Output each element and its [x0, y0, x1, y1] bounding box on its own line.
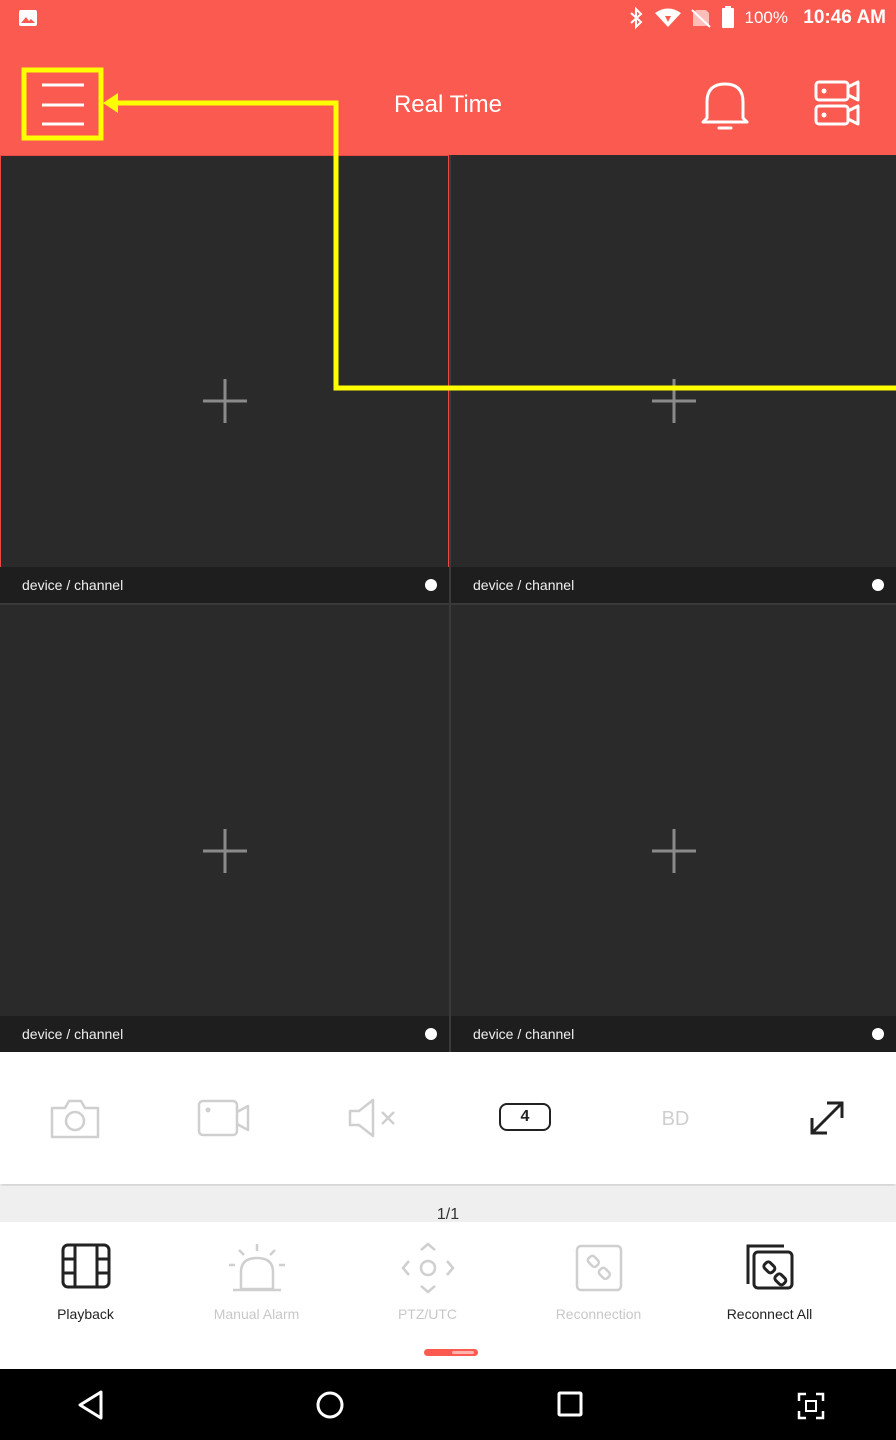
quality-button[interactable]: BD [601, 1052, 750, 1184]
bottom-actions: Playback Manual Alarm PTZ/UTC Reconnecti… [0, 1222, 896, 1368]
tile-footer: device / channel [451, 567, 896, 603]
split-count: 4 [499, 1103, 551, 1131]
record-button[interactable] [149, 1052, 298, 1184]
video-tile-4[interactable]: device / channel [451, 605, 896, 1052]
quality-label: BD [661, 1108, 690, 1130]
bell-icon [701, 82, 749, 130]
status-dot [872, 1028, 884, 1040]
battery-icon [722, 6, 734, 28]
app-bar: Real Time [0, 38, 896, 155]
screenshot-icon[interactable] [796, 1391, 826, 1421]
tile-label: device / channel [473, 577, 575, 593]
recents-icon[interactable] [556, 1390, 584, 1418]
link-all-icon [746, 1244, 793, 1290]
action-label: Playback [57, 1306, 114, 1322]
speaker-muted-icon [348, 1098, 395, 1138]
camera-devices-icon [814, 80, 860, 126]
add-channel-icon[interactable] [201, 377, 249, 425]
battery-percentage: 100% [744, 8, 788, 27]
video-tile-3[interactable]: device / channel [0, 605, 449, 1052]
camera-icon [50, 1099, 99, 1139]
tile-footer: device / channel [0, 1016, 449, 1052]
status-dot [425, 579, 437, 591]
ptz-action[interactable]: PTZ/UTC [342, 1222, 513, 1368]
film-strip-icon [61, 1243, 110, 1289]
status-dot [425, 1028, 437, 1040]
playback-action[interactable]: Playback [0, 1222, 171, 1368]
tile-footer: device / channel [451, 1016, 896, 1052]
video-record-icon [197, 1099, 249, 1137]
siren-icon [228, 1244, 285, 1292]
no-sim-icon [691, 9, 711, 28]
tile-label: device / channel [22, 577, 124, 593]
add-channel-icon[interactable] [650, 827, 698, 875]
mute-button[interactable] [298, 1052, 447, 1184]
video-tile-2[interactable]: device / channel [451, 155, 896, 603]
scroll-indicator-highlight [452, 1351, 474, 1354]
action-label: Reconnection [555, 1306, 642, 1322]
page-title: Real Time [393, 91, 503, 118]
ptz-control-icon [400, 1242, 455, 1294]
action-label: Manual Alarm [213, 1306, 300, 1322]
tile-label: device / channel [22, 1026, 124, 1042]
tile-label: device / channel [473, 1026, 575, 1042]
fullscreen-button[interactable] [752, 1052, 896, 1184]
alarm-button[interactable] [696, 76, 754, 134]
gallery-notification-icon [19, 10, 37, 26]
add-channel-icon[interactable] [201, 827, 249, 875]
home-icon[interactable] [314, 1389, 346, 1421]
action-label: PTZ/UTC [397, 1306, 458, 1322]
bluetooth-icon [630, 6, 643, 30]
playback-toolbar: 4 BD [0, 1052, 896, 1184]
device-list-button[interactable] [808, 76, 868, 134]
split-screen-button[interactable]: 4 [451, 1052, 600, 1184]
snapshot-button[interactable] [0, 1052, 149, 1184]
tile-footer: device / channel [0, 567, 449, 603]
link-icon [575, 1244, 622, 1292]
reconnection-action[interactable]: Reconnection [513, 1222, 684, 1368]
manual-alarm-action[interactable]: Manual Alarm [171, 1222, 342, 1368]
clock: 10:46 AM [803, 7, 886, 28]
reconnect-all-action[interactable]: Reconnect All [684, 1222, 855, 1368]
expand-icon [810, 1101, 843, 1135]
system-nav-bar [0, 1369, 896, 1440]
add-channel-icon[interactable] [650, 377, 698, 425]
wifi-icon [655, 8, 681, 27]
status-dot [872, 579, 884, 591]
action-label: Reconnect All [726, 1306, 813, 1322]
status-bar: 100% 10:46 AM [0, 0, 896, 38]
video-tile-1[interactable]: device / channel [0, 155, 449, 603]
back-icon[interactable] [76, 1389, 106, 1421]
